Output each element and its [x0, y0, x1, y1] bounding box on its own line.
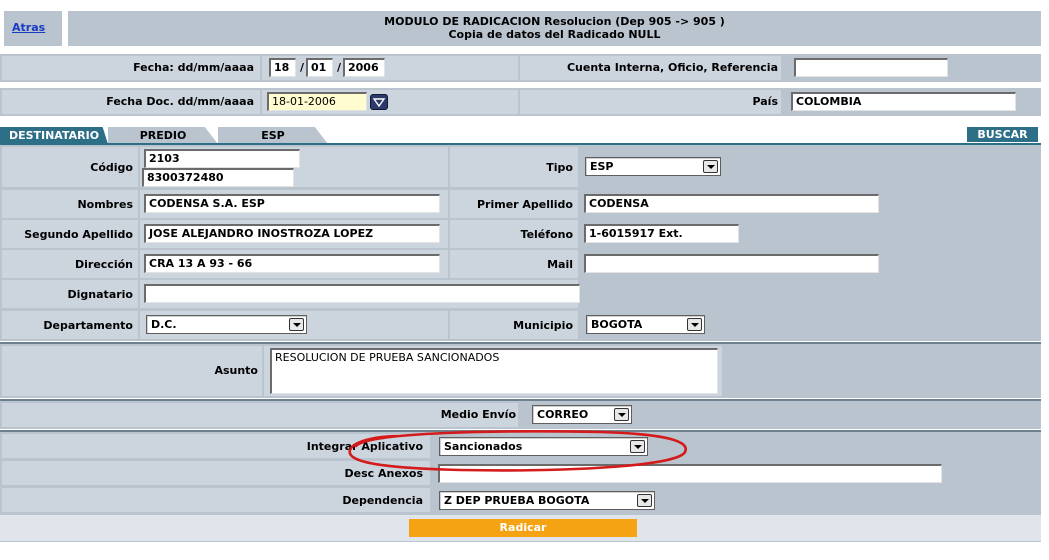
mail-input[interactable] — [584, 254, 879, 273]
telefono-label: Teléfono — [520, 228, 573, 241]
annotation-ellipse — [348, 430, 687, 472]
dependencia-value: Z DEP PRUEBA BOGOTA — [444, 494, 590, 507]
dependencia-select[interactable]: Z DEP PRUEBA BOGOTA — [439, 491, 655, 510]
departamento-label: Departamento — [43, 319, 133, 332]
tab-predio[interactable]: PREDIO — [108, 127, 218, 144]
tab-label: PREDIO — [139, 129, 187, 142]
chevron-down-icon — [614, 408, 629, 421]
tab-destinatario[interactable]: DESTINATARIO — [0, 127, 108, 144]
calendar-picker-icon[interactable] — [370, 94, 388, 110]
cuenta-input[interactable] — [794, 58, 948, 77]
telefono-input[interactable]: 1-6015917 Ext. — [584, 224, 739, 243]
month-input[interactable]: 01 — [306, 58, 333, 77]
asunto-textarea[interactable]: RESOLUCION DE PRUEBA SANCIONADOS — [270, 348, 718, 394]
codigo-input[interactable]: 2103 — [144, 149, 300, 168]
mail-label: Mail — [547, 258, 573, 271]
segundo-apellido-input[interactable]: JOSE ALEJANDRO INOSTROZA LOPEZ — [144, 224, 440, 243]
envio-select[interactable]: CORREO — [532, 405, 632, 424]
nit-input[interactable]: 8300372480 — [142, 168, 294, 187]
triangle-down-icon — [372, 98, 386, 108]
radicar-button[interactable]: Radicar — [409, 519, 637, 537]
tipo-value: ESP — [590, 160, 614, 173]
dignatario-input[interactable] — [144, 284, 580, 303]
page-title-box: MODULO DE RADICACION Resolucion (Dep 905… — [68, 11, 1041, 46]
buscar-label: BUSCAR — [977, 128, 1028, 141]
cuenta-label: Cuenta Interna, Oficio, Referencia — [566, 61, 778, 74]
date-separator: / — [337, 61, 342, 74]
page-title: MODULO DE RADICACION Resolucion (Dep 905… — [384, 15, 725, 28]
envio-value: CORREO — [537, 408, 589, 421]
dignatario-label: Dignatario — [67, 288, 133, 301]
back-link[interactable]: Atras — [12, 21, 45, 34]
chevron-down-icon — [687, 318, 702, 331]
tipo-select[interactable]: ESP — [585, 157, 721, 176]
tab-esp[interactable]: ESP — [218, 127, 328, 144]
fecha-doc-input[interactable]: 18-01-2006 — [267, 92, 367, 111]
municipio-select[interactable]: BOGOTA — [586, 315, 705, 334]
date-separator: / — [300, 61, 305, 74]
fecha-label: Fecha: dd/mm/aaaa — [133, 61, 254, 74]
codigo-label: Código — [90, 161, 133, 174]
chevron-down-icon — [703, 160, 718, 173]
primer-apellido-label: Primer Apellido — [476, 198, 573, 211]
municipio-value: BOGOTA — [591, 318, 643, 331]
primer-apellido-input[interactable]: CODENSA — [584, 194, 879, 213]
pais-input[interactable]: COLOMBIA — [791, 92, 1016, 111]
direccion-label: Dirección — [75, 258, 133, 271]
departamento-value: D.C. — [151, 318, 177, 331]
dependencia-label: Dependencia — [342, 494, 423, 507]
buscar-button[interactable]: BUSCAR — [967, 127, 1038, 142]
direccion-input[interactable]: CRA 13 A 93 - 66 — [144, 254, 440, 273]
nombres-input[interactable]: CODENSA S.A. ESP — [144, 194, 440, 213]
tab-label: DESTINATARIO — [8, 129, 100, 142]
envio-label: Medio Envío — [440, 408, 516, 421]
chevron-down-icon — [637, 494, 652, 507]
chevron-down-icon — [289, 318, 304, 331]
tipo-label: Tipo — [546, 161, 573, 174]
nombres-label: Nombres — [77, 198, 133, 211]
asunto-label: Asunto — [214, 364, 258, 377]
page-subtitle: Copia de datos del Radicado NULL — [448, 28, 661, 41]
year-input[interactable]: 2006 — [343, 58, 385, 77]
pais-label: País — [752, 95, 778, 108]
tab-label: ESP — [261, 129, 285, 142]
departamento-select[interactable]: D.C. — [146, 315, 307, 334]
municipio-label: Municipio — [513, 319, 573, 332]
segundo-apellido-label: Segundo Apellido — [24, 228, 133, 241]
radicar-label: Radicar — [499, 521, 547, 534]
day-input[interactable]: 18 — [269, 58, 296, 77]
fecha-doc-label: Fecha Doc. dd/mm/aaaa — [106, 95, 254, 108]
